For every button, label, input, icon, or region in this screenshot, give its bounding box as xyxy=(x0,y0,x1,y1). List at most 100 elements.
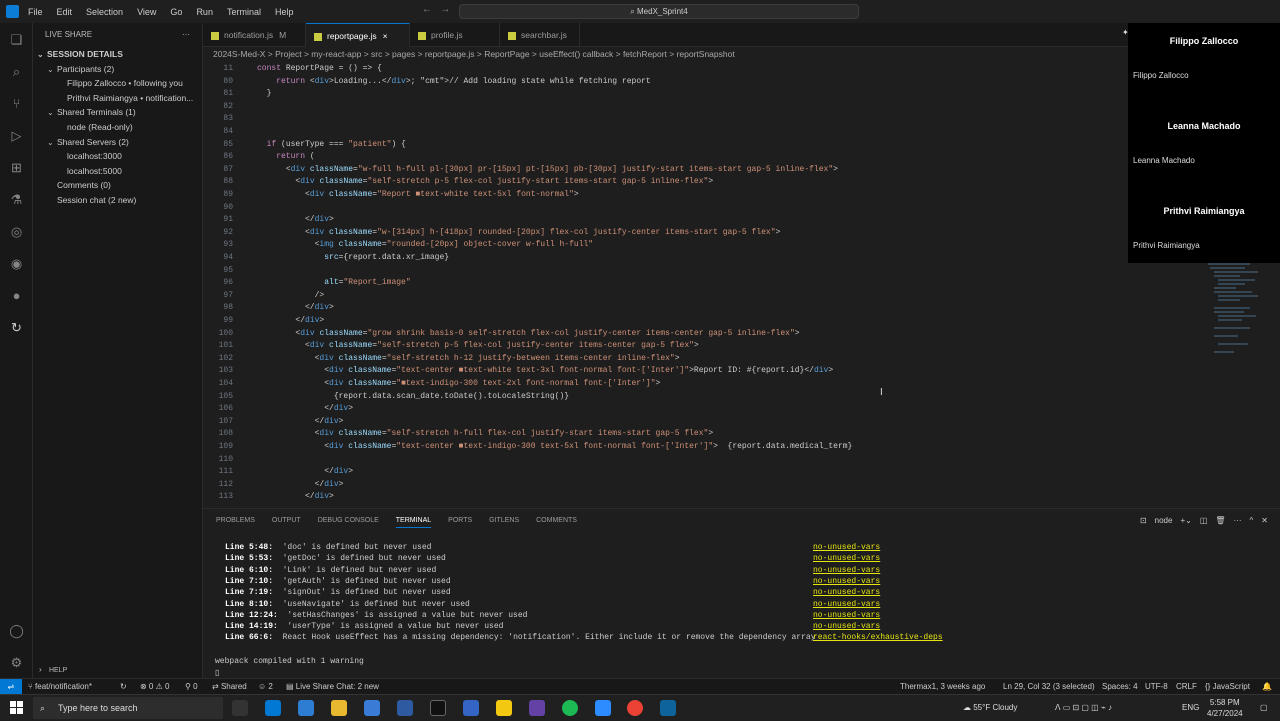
microsoft-store-icon[interactable] xyxy=(265,700,281,716)
menu-help[interactable]: Help xyxy=(275,7,294,17)
code-line[interactable]: </div> xyxy=(257,467,353,476)
code-line[interactable]: const ReportPage = () => { xyxy=(257,64,382,73)
tree-item[interactable]: ⌄ Shared Servers (2) xyxy=(33,135,202,150)
code-line[interactable]: <div className="text-center ■text-indigo… xyxy=(257,442,852,451)
eslint-rule-link[interactable]: no-unused-vars xyxy=(813,566,880,575)
code-line[interactable]: <div className="Report ■text-white text-… xyxy=(257,190,579,199)
sticky-notes-icon[interactable] xyxy=(496,700,512,716)
code-line[interactable]: </div> xyxy=(257,303,334,312)
indentation-status[interactable]: Spaces: 4 xyxy=(1102,679,1138,694)
code-line[interactable]: return ( xyxy=(257,152,314,161)
task-view-icon[interactable] xyxy=(232,700,248,716)
maximize-icon[interactable]: ^ xyxy=(1250,516,1254,525)
language-status[interactable]: {} JavaScript xyxy=(1205,679,1250,694)
eslint-rule-link[interactable]: no-unused-vars xyxy=(813,611,880,620)
code-line[interactable]: </div> xyxy=(257,215,334,224)
nav-arrows-icon[interactable]: ← → xyxy=(422,4,450,15)
code-line[interactable]: <div className="text-center ■text-white … xyxy=(257,366,833,375)
tree-item[interactable]: Comments (0) xyxy=(33,178,202,193)
panel-tab-ports[interactable]: PORTS xyxy=(448,517,472,528)
code-line[interactable]: <div className="w-full h-full pl-[30px] … xyxy=(257,165,838,174)
eslint-rule-link[interactable]: no-unused-vars xyxy=(813,588,880,597)
taskbar-search[interactable]: ⌕ Type here to search xyxy=(33,697,223,719)
explorer-icon[interactable]: ❏ xyxy=(8,31,25,48)
github-icon[interactable]: ● xyxy=(8,287,25,304)
shell-name[interactable]: node xyxy=(1155,516,1173,525)
tree-item[interactable]: localhost:5000 xyxy=(33,164,202,179)
panel-tab-problems[interactable]: PROBLEMS xyxy=(216,517,255,528)
zoom-icon[interactable] xyxy=(595,700,611,716)
code-line[interactable]: src={report.data.xr_image} xyxy=(257,253,449,262)
more-icon[interactable]: ··· xyxy=(1234,516,1242,525)
code-line[interactable]: alt="Report_image" xyxy=(257,278,410,287)
notification-icon[interactable]: ▢ xyxy=(1260,695,1268,721)
trash-icon[interactable]: 🗑 xyxy=(1215,516,1225,525)
menu-file[interactable]: File xyxy=(28,7,43,17)
tree-item[interactable]: Filippo Zallocco • following you xyxy=(33,76,202,91)
eslint-rule-link[interactable]: react-hooks/exhaustive-deps xyxy=(813,633,943,642)
close-icon[interactable]: ✕ xyxy=(1261,516,1268,525)
code-line[interactable]: <div className="self-stretch p-5 flex-co… xyxy=(257,177,713,186)
tab-searchbar[interactable]: searchbar.js xyxy=(500,23,580,47)
code-line[interactable]: <div className="■text-indigo-300 text-2x… xyxy=(257,379,660,388)
eslint-rule-link[interactable]: no-unused-vars xyxy=(813,600,880,609)
panel-tab-comments[interactable]: COMMENTS xyxy=(536,517,577,528)
panel-tab-debug-console[interactable]: DEBUG CONSOLE xyxy=(318,517,379,528)
problems-status[interactable]: ⊗ 0 ⚠ 0 xyxy=(140,679,169,694)
code-line[interactable]: </div> xyxy=(257,404,353,413)
terminal-app-icon[interactable] xyxy=(430,700,446,716)
remote-icon[interactable]: ◎ xyxy=(8,223,25,240)
new-terminal-icon[interactable]: +⌄ xyxy=(1180,516,1191,525)
menu-selection[interactable]: Selection xyxy=(86,7,123,17)
cursor-position[interactable]: Ln 29, Col 32 (3 selected) xyxy=(1003,679,1095,694)
bell-icon[interactable]: 🔔 xyxy=(1262,679,1272,694)
account-icon[interactable]: ◯ xyxy=(8,622,25,639)
menu-view[interactable]: View xyxy=(137,7,156,17)
menu-terminal[interactable]: Terminal xyxy=(227,7,261,17)
run-debug-icon[interactable]: ▷ xyxy=(8,127,25,144)
vscode-taskbar-icon[interactable] xyxy=(660,700,676,716)
system-tray-icons[interactable]: ᐱ ▭ ⊡ ▢ ◫ ⌁ ♪ xyxy=(1055,695,1112,721)
code-line[interactable]: if (userType === "patient") { xyxy=(257,140,406,149)
minimap[interactable] xyxy=(1200,250,1260,360)
code-line[interactable]: } xyxy=(257,89,272,98)
tree-item[interactable]: ⌄ Participants (2) xyxy=(33,62,202,77)
code-line[interactable]: <div className="w-[314px] h-[418px] roun… xyxy=(257,228,780,237)
eslint-rule-link[interactable]: no-unused-vars xyxy=(813,554,880,563)
chrome-icon[interactable] xyxy=(627,700,643,716)
windows-start-icon[interactable] xyxy=(10,701,23,714)
search-icon[interactable]: ⌕ xyxy=(8,63,25,80)
docker-icon[interactable]: ◉ xyxy=(8,255,25,272)
eslint-rule-link[interactable]: no-unused-vars xyxy=(813,543,880,552)
code-line[interactable]: <div className="self-stretch h-12 justif… xyxy=(257,354,680,363)
encoding-status[interactable]: UTF-8 xyxy=(1145,679,1168,694)
panel-tab-gitlens[interactable]: GITLENS xyxy=(489,517,519,528)
file-explorer-icon[interactable] xyxy=(331,700,347,716)
participants-count[interactable]: ☺ 2 xyxy=(258,679,273,694)
tree-item[interactable]: node (Read-only) xyxy=(33,120,202,135)
app-icon[interactable] xyxy=(364,700,380,716)
clock[interactable]: 5:58 PM 4/27/2024 xyxy=(1207,697,1243,719)
tree-item[interactable]: ⌄ Shared Terminals (1) xyxy=(33,105,202,120)
breadcrumb[interactable]: 2024S-Med-X > Project > my-react-app > s… xyxy=(203,47,1123,62)
code-line[interactable]: <div className="self-stretch p-5 flex-co… xyxy=(257,341,699,350)
panel-tab-terminal[interactable]: TERMINAL xyxy=(395,517,432,528)
tab-notification[interactable]: notification.js M xyxy=(203,23,306,47)
code-line[interactable]: <img className="rounded-[20px] object-co… xyxy=(257,240,594,249)
eol-status[interactable]: CRLF xyxy=(1176,679,1197,694)
tab-profile[interactable]: profile.js xyxy=(410,23,500,47)
extensions-icon[interactable]: ⊞ xyxy=(8,159,25,176)
spotify-icon[interactable] xyxy=(562,700,578,716)
menu-go[interactable]: Go xyxy=(170,7,182,17)
mail-icon[interactable] xyxy=(298,700,314,716)
code-line[interactable]: </div> xyxy=(257,480,344,489)
split-icon[interactable]: ◫ xyxy=(1200,516,1208,525)
app-icon-2[interactable] xyxy=(397,700,413,716)
close-icon[interactable]: × xyxy=(383,31,388,41)
panel-tab-output[interactable]: OUTPUT xyxy=(272,517,301,528)
shared-status[interactable]: ⇄ Shared xyxy=(212,679,247,694)
weather-widget[interactable]: ☁ 55°F Cloudy xyxy=(963,695,1017,721)
code-line[interactable]: return <div>Loading...</div>; "cmt">// A… xyxy=(257,77,651,86)
live-share-chat-status[interactable]: ▤ Live Share Chat: 2 new xyxy=(286,679,379,694)
tree-item[interactable]: Prithvi Raimiangya • notification... xyxy=(33,91,202,106)
